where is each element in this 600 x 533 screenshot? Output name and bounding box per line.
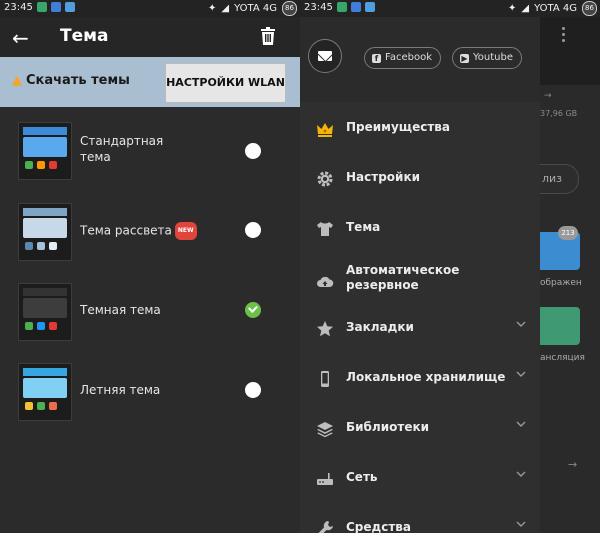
drawer-item-auto-backup[interactable]: Автоматическое резервное: [300, 259, 540, 305]
theme-item-dawn[interactable]: Тема рассвета NEW: [0, 203, 300, 283]
notif-app-icon: [337, 2, 347, 12]
background-storage-text: 37,96 GB: [540, 109, 578, 118]
drawer-item-bookmarks[interactable]: Закладки: [300, 311, 540, 347]
navigation-drawer-screen: 23:45 ✦ ◢ YOTA 4G 86 → 37,96 GB лиз 213 …: [300, 0, 600, 533]
drawer-item-tools[interactable]: Средства: [300, 511, 540, 533]
layers-icon: [317, 422, 333, 438]
drawer-item-network[interactable]: Сеть: [300, 461, 540, 497]
overflow-menu-icon[interactable]: [562, 27, 566, 45]
theme-thumbnail: [18, 203, 72, 261]
youtube-icon: ▶: [460, 54, 469, 63]
theme-thumbnail: [18, 363, 72, 421]
navigation-drawer: f Facebook ▶ Youtube Преимущества Настройк…: [300, 17, 540, 533]
carrier-text: YOTA 4G: [234, 3, 277, 14]
signal-icon: ◢: [521, 3, 530, 14]
theme-screen: 23:45 ✦ ◢ YOTA 4G 86 ← Тема ▲ Скачать те…: [0, 0, 300, 533]
theme-item-standard[interactable]: Стандартная тема: [0, 122, 300, 202]
theme-item-dark[interactable]: Темная тема: [0, 283, 300, 363]
chevron-down-icon[interactable]: [516, 319, 526, 329]
facebook-icon: f: [372, 54, 381, 63]
status-right: ✦ ◢ YOTA 4G 86: [208, 1, 297, 16]
background-label-images: ображен: [540, 278, 582, 288]
crown-icon: [317, 123, 333, 137]
theme-name: Стандартная тема: [80, 134, 164, 164]
theme-radio[interactable]: [245, 222, 261, 238]
app-bar: ← Тема: [0, 17, 300, 57]
drawer-item-settings[interactable]: Настройки: [300, 161, 540, 197]
sync-icon: ✦: [508, 3, 517, 14]
chevron-down-icon[interactable]: [516, 519, 526, 529]
back-arrow-icon[interactable]: ←: [12, 26, 29, 50]
gear-icon: [317, 171, 333, 187]
theme-name: Тема рассвета NEW: [80, 222, 197, 240]
status-right: ✦ ◢ YOTA 4G 86: [508, 1, 597, 16]
star-icon: [317, 321, 333, 337]
youtube-button[interactable]: ▶ Youtube: [452, 47, 522, 69]
theme-radio[interactable]: [245, 143, 261, 159]
sync-icon: ✦: [208, 3, 217, 14]
theme-name: Темная тема: [80, 303, 161, 317]
status-time: 23:45: [4, 2, 33, 13]
theme-radio[interactable]: [245, 382, 261, 398]
notif-app-icon: [37, 2, 47, 12]
notif-browser-icon: [51, 2, 61, 12]
notif-browser-icon: [351, 2, 361, 12]
page-title: Тема: [60, 26, 109, 46]
drawer-item-theme[interactable]: Тема: [300, 211, 540, 247]
status-time: 23:45: [304, 2, 333, 13]
router-icon: [317, 473, 333, 485]
phone-icon: [321, 371, 329, 387]
mail-icon[interactable]: [308, 39, 342, 73]
notif-download-icon: [365, 2, 375, 12]
carrier-text: YOTA 4G: [534, 3, 577, 14]
theme-radio-selected[interactable]: [245, 302, 261, 318]
notification-icons: [37, 2, 75, 12]
wrench-icon: [318, 521, 333, 533]
status-bar: 23:45 ✦ ◢ YOTA 4G 86: [300, 0, 600, 17]
download-themes-label: Скачать темы: [26, 73, 130, 88]
background-arrow-icon: →: [568, 458, 578, 471]
signal-icon: ◢: [221, 3, 230, 14]
drawer-item-local-storage[interactable]: Локальное хранилище: [300, 361, 540, 397]
theme-item-summer[interactable]: Летняя тема: [0, 363, 300, 443]
background-cast-icon: [540, 307, 580, 345]
chevron-down-icon[interactable]: [516, 369, 526, 379]
background-storage-card: → 37,96 GB: [540, 85, 600, 127]
facebook-button[interactable]: f Facebook: [364, 47, 441, 69]
drawer-item-premium[interactable]: Преимущества: [300, 111, 540, 147]
theme-name: Летняя тема: [80, 383, 161, 397]
background-analyze-button: лиз: [540, 164, 579, 194]
notif-download-icon: [65, 2, 75, 12]
background-arrow-icon: →: [544, 91, 552, 101]
download-themes-link[interactable]: ▲ Скачать темы: [12, 73, 130, 88]
battery-icon: 86: [582, 1, 597, 16]
chevron-down-icon[interactable]: [516, 469, 526, 479]
trash-icon[interactable]: [260, 27, 276, 45]
background-label-cast: ансляция: [540, 353, 585, 363]
wlan-settings-button[interactable]: НАСТРОЙКИ WLAN: [165, 63, 286, 103]
cloud-backup-icon: [317, 276, 334, 287]
new-badge: NEW: [174, 222, 197, 240]
theme-thumbnail: [18, 122, 72, 180]
download-banner: ▲ Скачать темы НАСТРОЙКИ WLAN: [0, 57, 300, 107]
chevron-down-icon[interactable]: [516, 419, 526, 429]
drawer-item-libraries[interactable]: Библиотеки: [300, 411, 540, 447]
battery-icon: 86: [282, 1, 297, 16]
drawer-header: f Facebook ▶ Youtube: [300, 17, 540, 102]
theme-thumbnail: [18, 283, 72, 341]
background-badge: 213: [558, 226, 578, 240]
status-bar: 23:45 ✦ ◢ YOTA 4G 86: [0, 0, 300, 17]
warning-icon: ▲: [12, 73, 22, 88]
shirt-icon: [317, 222, 333, 236]
notification-icons: [337, 2, 375, 12]
